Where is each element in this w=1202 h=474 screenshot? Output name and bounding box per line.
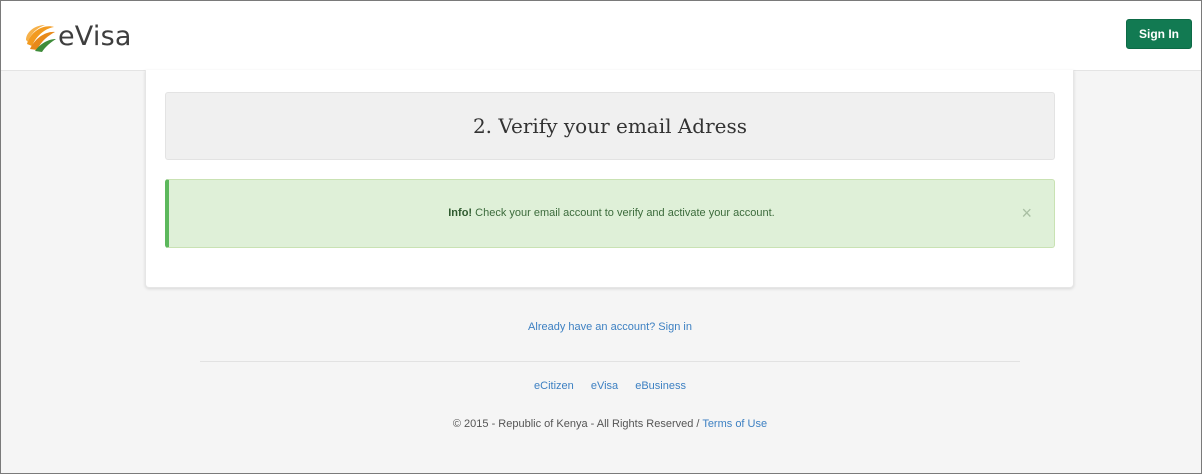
footer-links: eCitizen eVisa eBusiness [1, 380, 1201, 392]
brand-home-link[interactable]: eVisa [23, 21, 132, 53]
evisa-logo-icon [26, 25, 56, 52]
footer-divider [200, 361, 1020, 362]
brand-name: eVisa [58, 21, 132, 52]
already-have-account-signin-link[interactable]: Already have an account? Sign in [1, 321, 1201, 333]
terms-of-use-link[interactable]: Terms of Use [702, 418, 767, 430]
alert-prefix: Info! [448, 207, 473, 219]
copyright-text: © 2015 - Republic of Kenya - All Rights … [452, 418, 703, 430]
info-alert: Info! Check your email account to verify… [165, 179, 1055, 248]
header-signin-button[interactable]: Sign In [1126, 19, 1192, 49]
footer-link-evisa[interactable]: eVisa [591, 380, 618, 392]
browser-viewport: eVisa Sign In 2. Verify your email Adres… [0, 0, 1202, 474]
verification-panel: 2. Verify your email Adress Info! Check … [145, 70, 1074, 288]
footer-link-ebusiness[interactable]: eBusiness [635, 380, 686, 392]
close-icon[interactable]: × [1021, 180, 1032, 247]
step-title: 2. Verify your email Adress [165, 92, 1055, 160]
alert-message: Check your email account to verify and a… [472, 207, 775, 219]
footer-link-ecitizen[interactable]: eCitizen [534, 380, 574, 392]
top-navbar: eVisa Sign In [1, 1, 1201, 71]
copyright-line: © 2015 - Republic of Kenya - All Rights … [1, 418, 1201, 430]
